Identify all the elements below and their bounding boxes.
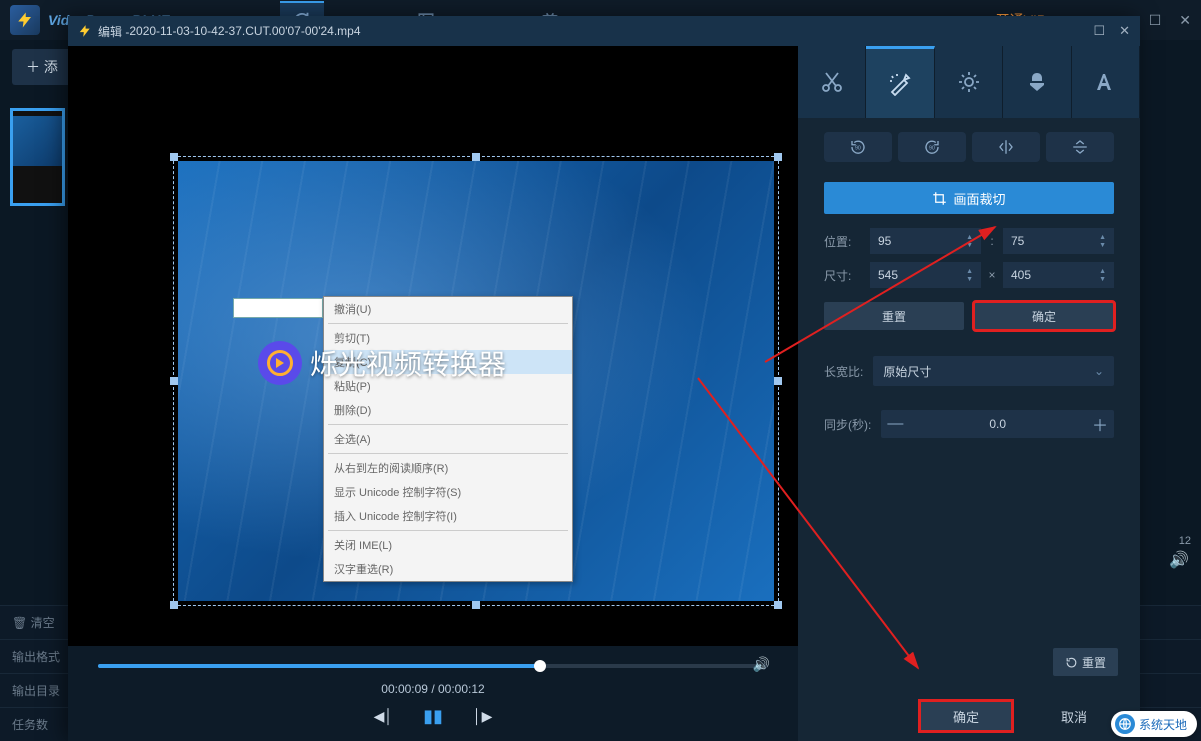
rotate-left-button[interactable]: 90 bbox=[824, 132, 892, 162]
crop-handle-bl[interactable] bbox=[170, 601, 178, 609]
watermark-overlay: 烁光视频转换器 bbox=[258, 341, 506, 385]
aspect-row: 长宽比: 原始尺寸 ⌄ bbox=[798, 344, 1140, 398]
crop-w-input[interactable]: 545▲▼ bbox=[870, 262, 981, 288]
crop-size-row: 尺寸: 545▲▼ × 405▲▼ bbox=[798, 258, 1140, 292]
prev-frame-button[interactable]: ◀│ bbox=[374, 708, 394, 725]
video-thumbnail[interactable] bbox=[10, 108, 65, 206]
pause-button[interactable]: ▮▮ bbox=[423, 706, 443, 727]
modal-ok-button[interactable]: 确定 bbox=[920, 701, 1012, 731]
crop-handle-tr[interactable] bbox=[774, 153, 782, 161]
tab-adjust[interactable] bbox=[935, 46, 1003, 118]
sync-plus-button[interactable]: ＋ bbox=[1086, 412, 1114, 436]
time-display: 00:00:09 / 00:00:12 bbox=[88, 682, 778, 696]
size-label: 尺寸: bbox=[824, 267, 864, 284]
aspect-label: 长宽比: bbox=[824, 363, 863, 380]
modal-filename: 2020-11-03-10-42-37.CUT.00'07-00'24.mp4 bbox=[129, 24, 360, 38]
watermark-text: 烁光视频转换器 bbox=[310, 343, 506, 383]
aspect-select[interactable]: 原始尺寸 ⌄ bbox=[873, 356, 1114, 386]
bg-speaker-icon[interactable]: 🔊 bbox=[1169, 550, 1189, 570]
app-logo-icon bbox=[10, 5, 40, 35]
output-dir-label: 输出目录 bbox=[12, 682, 60, 699]
modal-footer-buttons: 确定 取消 bbox=[920, 701, 1120, 731]
sync-row: 同步(秒): — 0.0 ＋ bbox=[798, 398, 1140, 450]
reset-all-button[interactable]: 重置 bbox=[1053, 648, 1118, 676]
modal-titlebar: 编辑 - 2020-11-03-10-42-37.CUT.00'07-00'24… bbox=[68, 16, 1140, 46]
modal-maximize-icon[interactable]: ☐ bbox=[1093, 23, 1105, 39]
chevron-down-icon: ⌄ bbox=[1094, 364, 1104, 378]
tab-effects[interactable] bbox=[866, 46, 934, 118]
crop-handle-tl[interactable] bbox=[170, 153, 178, 161]
crop-handle-tm[interactable] bbox=[472, 153, 480, 161]
seek-thumb[interactable] bbox=[534, 660, 546, 672]
modal-cancel-button[interactable]: 取消 bbox=[1028, 701, 1120, 731]
sync-value: 0.0 bbox=[909, 417, 1086, 431]
refresh-icon bbox=[1065, 656, 1078, 669]
tab-subtitle[interactable] bbox=[1072, 46, 1140, 118]
crop-confirm-button[interactable]: 确定 bbox=[974, 302, 1114, 330]
tool-tabs bbox=[798, 46, 1140, 118]
volume-icon[interactable]: 🔊 bbox=[753, 656, 770, 673]
crop-y-input[interactable]: 75▲▼ bbox=[1003, 228, 1114, 254]
bg-duration-label: 12 bbox=[1179, 535, 1191, 547]
modal-title-prefix: 编辑 - bbox=[98, 23, 129, 40]
next-frame-button[interactable]: │▶ bbox=[473, 708, 493, 725]
svg-text:90: 90 bbox=[855, 145, 861, 151]
video-preview-area: 烁光视频转换器 撤消(U) 剪切(T) 复制(C) 粘贴(P) 删除(D) 全选… bbox=[68, 46, 798, 741]
source-badge: 系统天地 bbox=[1111, 711, 1197, 737]
crop-handle-bm[interactable] bbox=[472, 601, 480, 609]
rotate-right-button[interactable]: 90 bbox=[898, 132, 966, 162]
crop-buttons: 重置 确定 bbox=[798, 292, 1140, 344]
task-count-label: 任务数 bbox=[12, 716, 48, 733]
clear-list-button[interactable]: 🗑 清空 bbox=[12, 614, 55, 631]
tab-watermark[interactable] bbox=[1003, 46, 1071, 118]
sync-label: 同步(秒): bbox=[824, 416, 871, 433]
output-format-label: 输出格式 bbox=[12, 648, 60, 665]
crop-reset-button[interactable]: 重置 bbox=[824, 302, 964, 330]
badge-text: 系统天地 bbox=[1139, 716, 1187, 733]
svg-text:90: 90 bbox=[929, 145, 935, 151]
crop-handle-mr[interactable] bbox=[774, 377, 782, 385]
crop-position-row: 位置: 95▲▼ : 75▲▼ bbox=[798, 224, 1140, 258]
watermark-icon bbox=[258, 341, 302, 385]
crop-h-input[interactable]: 405▲▼ bbox=[1003, 262, 1114, 288]
seek-bar[interactable]: 🔊 bbox=[98, 664, 768, 668]
badge-globe-icon bbox=[1115, 714, 1135, 734]
position-label: 位置: bbox=[824, 233, 864, 250]
crop-x-input[interactable]: 95▲▼ bbox=[870, 228, 981, 254]
modal-close-icon[interactable]: ✕ bbox=[1119, 23, 1130, 39]
flip-horizontal-button[interactable] bbox=[972, 132, 1040, 162]
player-controls: 🔊 00:00:09 / 00:00:12 ◀│ ▮▮ │▶ bbox=[68, 646, 798, 741]
edit-modal: 编辑 - 2020-11-03-10-42-37.CUT.00'07-00'24… bbox=[68, 16, 1140, 741]
close-icon[interactable]: ✕ bbox=[1179, 12, 1191, 29]
sync-stepper[interactable]: — 0.0 ＋ bbox=[881, 410, 1114, 438]
flip-vertical-button[interactable] bbox=[1046, 132, 1114, 162]
crop-handle-ml[interactable] bbox=[170, 377, 178, 385]
reset-bottom-wrap: 重置 bbox=[1053, 648, 1118, 676]
maximize-icon[interactable]: ☐ bbox=[1149, 12, 1162, 29]
modal-title-icon bbox=[78, 24, 92, 38]
add-file-button[interactable]: ＋ 添 bbox=[12, 49, 72, 85]
sync-minus-button[interactable]: — bbox=[881, 415, 909, 433]
rotation-row: 90 90 bbox=[798, 118, 1140, 176]
crop-section-header: 画面裁切 bbox=[824, 182, 1114, 214]
crop-handle-br[interactable] bbox=[774, 601, 782, 609]
side-panel: 90 90 画面裁切 位置: 95▲▼ : 75▲▼ 尺寸: 545▲▼ × 4… bbox=[798, 46, 1140, 741]
tab-trim[interactable] bbox=[798, 46, 866, 118]
crop-icon bbox=[932, 191, 947, 206]
